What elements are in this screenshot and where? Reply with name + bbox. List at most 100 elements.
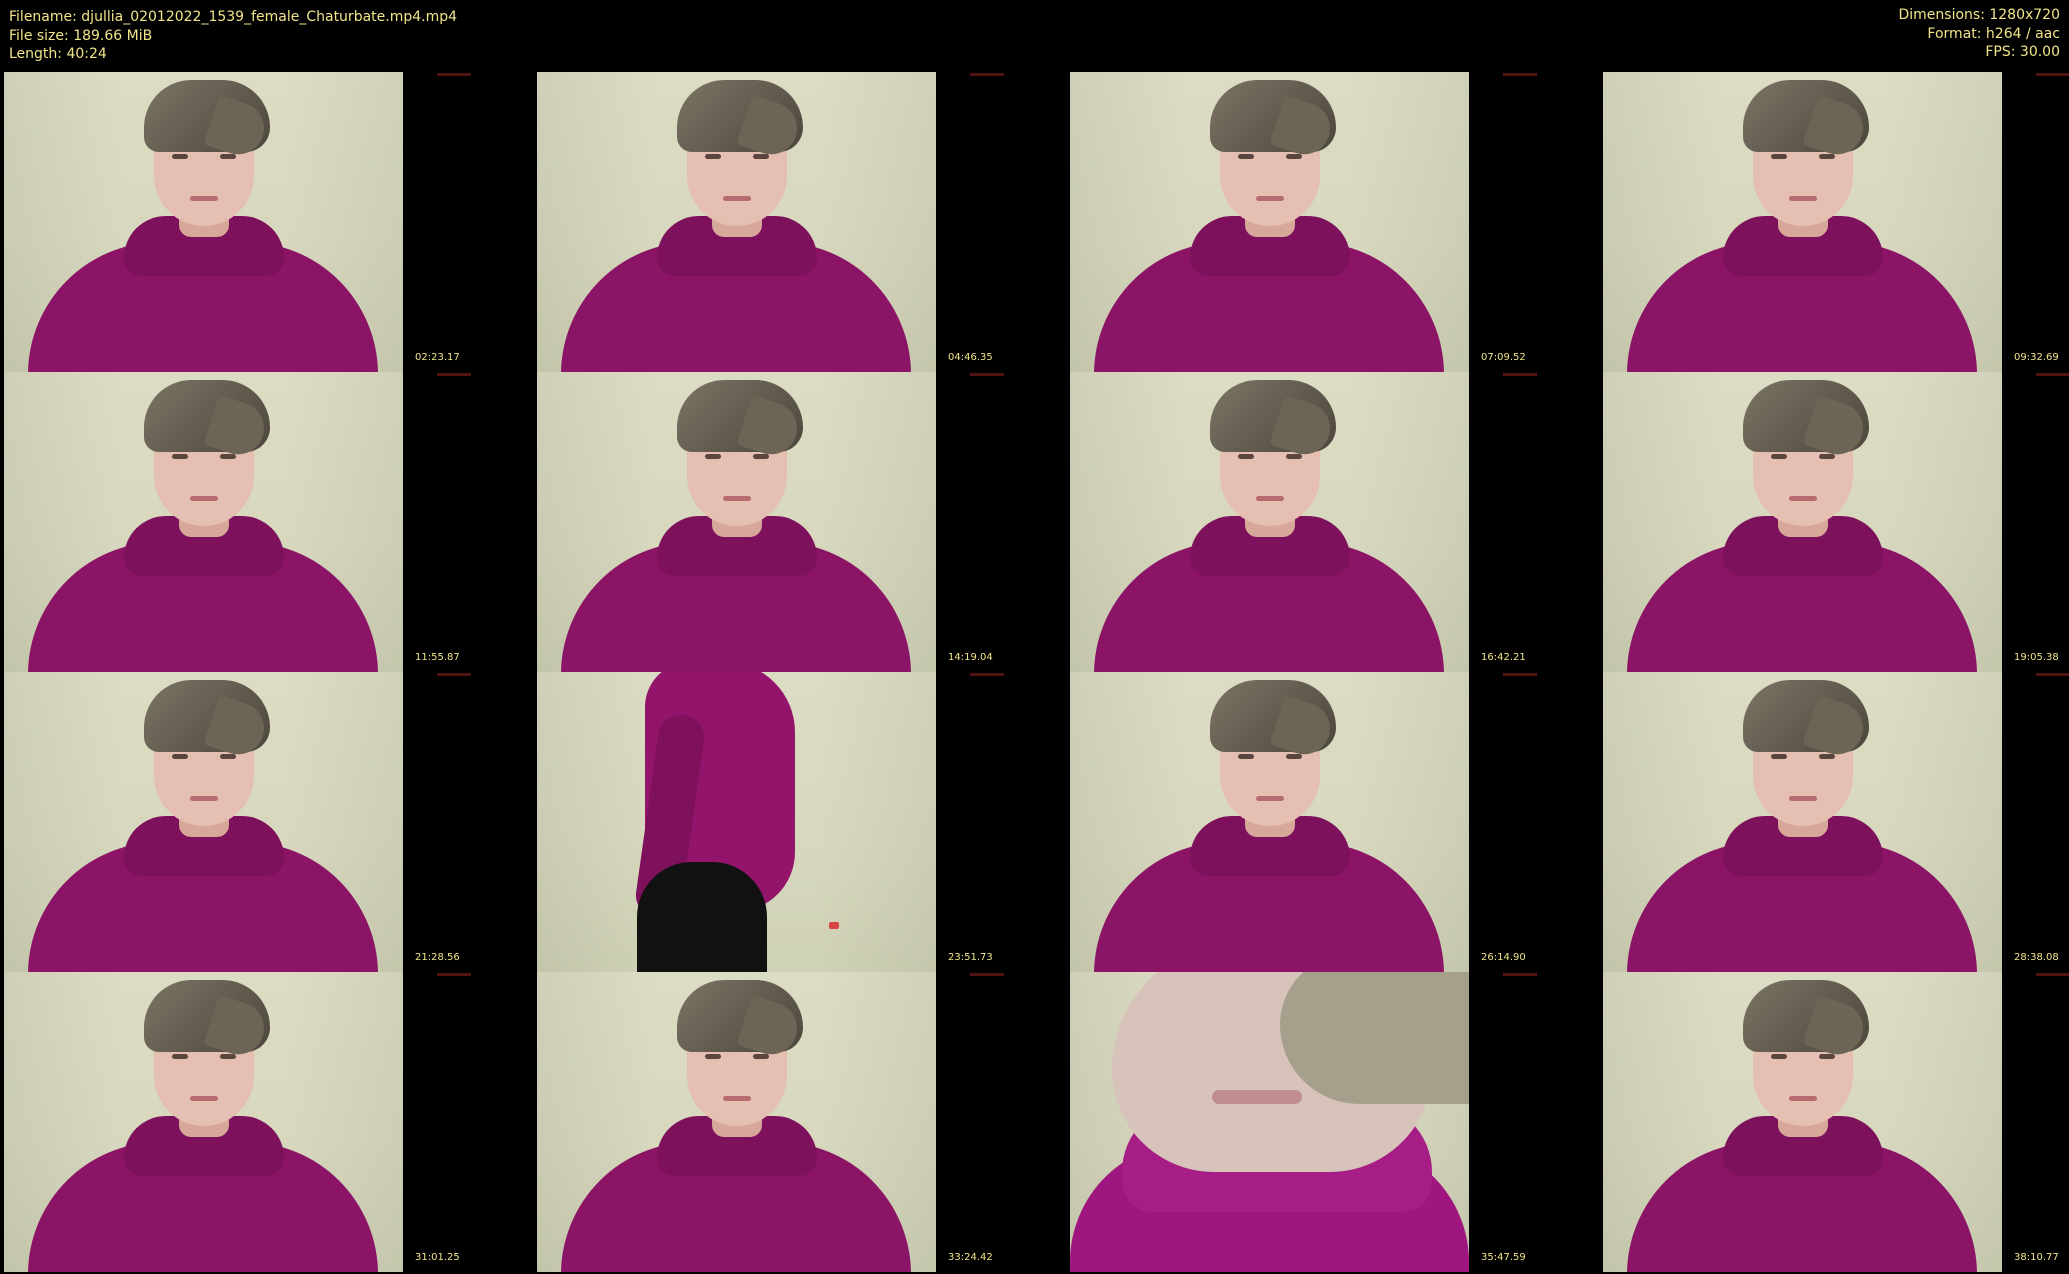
thumbnail-tile: 26:14.90 (1066, 672, 1599, 972)
corner-watermark (970, 973, 1004, 976)
left-eye-shape (172, 754, 188, 759)
timestamp-label: 07:09.52 (1481, 352, 1526, 363)
video-frame (1070, 72, 1469, 372)
left-eye-shape (1238, 154, 1254, 159)
left-eye-shape (705, 454, 721, 459)
corner-watermark (437, 373, 471, 376)
length-label: Length: 40:24 (9, 46, 107, 62)
left-eye-shape (705, 154, 721, 159)
file-size-label: File size: 189.66 MiB (9, 27, 153, 44)
timestamp-label: 04:46.35 (948, 352, 993, 363)
video-frame (537, 972, 936, 1272)
right-eye-shape (1819, 154, 1835, 159)
corner-watermark (970, 373, 1004, 376)
corner-watermark (970, 673, 1004, 676)
mouth-shape (190, 1096, 218, 1101)
right-eye-shape (1819, 1054, 1835, 1059)
mouth-shape (1212, 1090, 1302, 1104)
right-eye-shape (1819, 454, 1835, 459)
right-eye-shape (753, 1054, 769, 1059)
corner-watermark (437, 673, 471, 676)
fps-label: FPS: 30.00 (1985, 44, 2060, 60)
mouth-shape (1256, 196, 1284, 201)
corner-watermark (437, 973, 471, 976)
corner-watermark (1503, 373, 1537, 376)
left-eye-shape (1771, 1054, 1787, 1059)
timestamp-label: 14:19.04 (948, 652, 993, 663)
timestamp-label: 02:23.17 (415, 352, 460, 363)
video-frame (1070, 372, 1469, 672)
right-eye-shape (1819, 754, 1835, 759)
mouth-shape (190, 796, 218, 801)
mouth-shape (190, 196, 218, 201)
mouth-shape (723, 1096, 751, 1101)
corner-watermark (970, 73, 1004, 76)
thumbnail-tile: 38:10.77 (1599, 972, 2069, 1272)
thumbnail-tile: 19:05.38 (1599, 372, 2069, 672)
mouth-shape (1789, 796, 1817, 801)
left-eye-shape (705, 1054, 721, 1059)
mouth-shape (1256, 796, 1284, 801)
left-eye-shape (1238, 754, 1254, 759)
corner-watermark (437, 73, 471, 76)
timestamp-label: 19:05.38 (2014, 652, 2059, 663)
mouth-shape (1789, 196, 1817, 201)
standing-legs-shape (637, 862, 767, 972)
mouth-shape (723, 496, 751, 501)
timestamp-label: 23:51.73 (948, 952, 993, 963)
thumbnail-tile: 09:32.69 (1599, 72, 2069, 372)
video-frame (537, 72, 936, 372)
corner-watermark (1503, 73, 1537, 76)
timestamp-label: 33:24.42 (948, 1252, 993, 1263)
timestamp-label: 26:14.90 (1481, 952, 1526, 963)
mouth-shape (1256, 496, 1284, 501)
timestamp-label: 38:10.77 (2014, 1252, 2059, 1263)
right-eye-shape (753, 454, 769, 459)
dimensions-label: Dimensions: 1280x720 (1898, 7, 2060, 23)
thumbnail-tile: 31:01.25 (0, 972, 533, 1272)
thumbnail-tile: 14:19.04 (533, 372, 1066, 672)
file-info-right: Dimensions: 1280x720 Format: h264 / aac … (1898, 6, 2060, 62)
video-frame (1603, 372, 2002, 672)
timestamp-label: 09:32.69 (2014, 352, 2059, 363)
filename-label: Filename: djullia_02012022_1539_female_C… (9, 9, 458, 25)
left-eye-shape (172, 1054, 188, 1059)
mouth-shape (723, 196, 751, 201)
video-frame (4, 672, 403, 972)
timestamp-label: 28:38.08 (2014, 952, 2059, 963)
contact-sheet-header: Filename: djullia_02012022_1539_female_C… (0, 0, 2069, 72)
mouth-shape (1789, 496, 1817, 501)
timestamp-label: 35:47.59 (1481, 1252, 1526, 1263)
video-frame (4, 372, 403, 672)
right-eye-shape (1286, 154, 1302, 159)
video-frame (537, 372, 936, 672)
mouth-shape (190, 496, 218, 501)
right-eye-shape (220, 454, 236, 459)
right-eye-shape (1286, 754, 1302, 759)
thumbnail-tile: 07:09.52 (1066, 72, 1599, 372)
thumbnail-tile: 02:23.17 (0, 72, 533, 372)
thumbnail-tile: 04:46.35 (533, 72, 1066, 372)
timestamp-label: 31:01.25 (415, 1252, 460, 1263)
thumbnail-tile: 35:47.59 (1066, 972, 1599, 1272)
video-frame (1070, 972, 1469, 1272)
left-eye-shape (1238, 454, 1254, 459)
video-frame (4, 72, 403, 372)
corner-watermark (2036, 373, 2069, 376)
video-frame (4, 972, 403, 1272)
right-eye-shape (753, 154, 769, 159)
hair-shape (1280, 972, 1469, 1104)
timestamp-label: 11:55.87 (415, 652, 460, 663)
right-eye-shape (220, 154, 236, 159)
corner-watermark (2036, 973, 2069, 976)
left-eye-shape (1771, 754, 1787, 759)
corner-watermark (2036, 73, 2069, 76)
timestamp-label: 21:28.56 (415, 952, 460, 963)
thumbnail-tile: 11:55.87 (0, 372, 533, 672)
format-label: Format: h264 / aac (1927, 25, 2060, 42)
right-eye-shape (1286, 454, 1302, 459)
left-eye-shape (172, 154, 188, 159)
video-frame (537, 672, 936, 972)
thumbnail-tile: 23:51.73 (533, 672, 1066, 972)
right-eye-shape (220, 754, 236, 759)
